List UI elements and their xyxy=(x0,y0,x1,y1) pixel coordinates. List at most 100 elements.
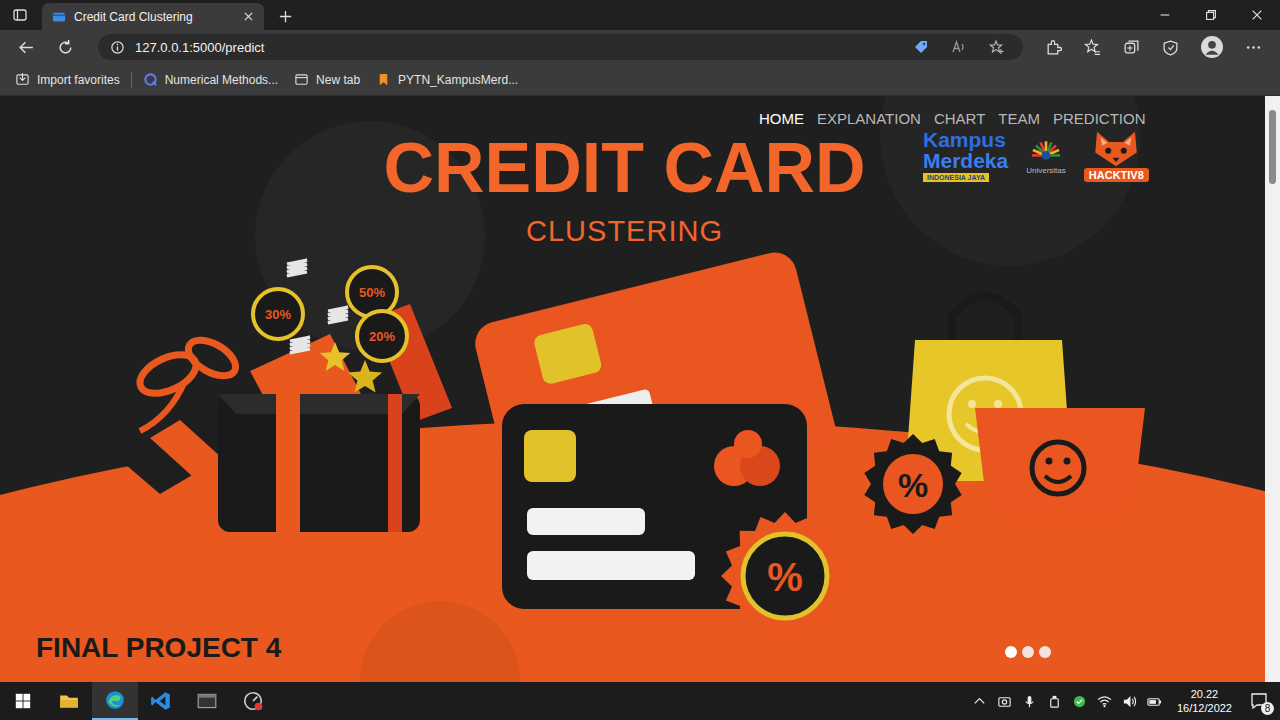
clock-time: 20.22 xyxy=(1191,687,1219,701)
minimize-icon[interactable] xyxy=(1142,8,1188,22)
page-scrollbar xyxy=(1265,96,1280,682)
wifi-icon[interactable] xyxy=(1094,694,1115,709)
discount-badge: 50% xyxy=(347,267,397,317)
shopping-bags-icon: % xyxy=(864,296,1145,534)
nav-link[interactable]: HOME xyxy=(759,110,804,127)
tab-actions-icon[interactable] xyxy=(12,7,28,23)
discount-badge-text: 50% xyxy=(359,285,385,300)
recorder-icon xyxy=(242,690,264,712)
final-project-label: FINAL PROJECT 4 xyxy=(36,632,281,672)
usb-icon[interactable] xyxy=(1044,694,1065,709)
site-info-icon[interactable] xyxy=(110,40,125,55)
main-nav: HOME EXPLANATION CHART TEAM PREDICTION xyxy=(755,110,1235,127)
favorites-icon[interactable] xyxy=(1076,39,1109,56)
windows-start-icon[interactable] xyxy=(0,692,46,710)
university-logo-text: Universitas xyxy=(1026,166,1066,175)
taskbar-app[interactable] xyxy=(92,682,138,720)
page-viewport: 30% 50% 20%%% HOME EXPLANATION CHART TEAM PRED… xyxy=(0,96,1280,682)
discount-badge: 20% xyxy=(357,311,407,361)
carousel-dots xyxy=(1005,646,1051,658)
terminal-icon xyxy=(196,690,218,712)
site-favicon-icon xyxy=(52,10,66,24)
bag-percent-badge: % xyxy=(898,466,928,504)
scrollbar-thumb[interactable] xyxy=(1269,110,1276,184)
favorite-item[interactable]: PYTN_KampusMerd... xyxy=(371,69,523,90)
browser-toolbar: 127.0.0.1:5000/predict xyxy=(0,30,1280,64)
page-icon xyxy=(294,72,309,87)
taskbar-app[interactable] xyxy=(138,682,184,720)
university-logo: Universitas xyxy=(1026,136,1066,175)
microphone-icon[interactable] xyxy=(1019,694,1040,709)
collections-icon[interactable] xyxy=(1115,39,1148,56)
nav-link[interactable]: PREDICTION xyxy=(1053,110,1146,127)
nav-link[interactable]: TEAM xyxy=(998,110,1040,127)
credit-cards-icon: % xyxy=(471,248,849,640)
hacktiv8-logo: HACKTIV8 xyxy=(1084,130,1149,182)
taskbar-app[interactable] xyxy=(46,682,92,720)
address-bar[interactable]: 127.0.0.1:5000/predict xyxy=(98,34,1023,60)
coupon-tag-icon[interactable] xyxy=(907,39,935,55)
show-hidden-icons-icon[interactable] xyxy=(969,694,990,709)
search-q-icon xyxy=(143,72,158,87)
read-aloud-icon[interactable] xyxy=(945,39,973,55)
notification-center[interactable]: 8 xyxy=(1244,686,1274,716)
university-emblem-icon xyxy=(1028,136,1064,166)
favorites-bar: Import favorites Numerical Methods... Ne… xyxy=(0,64,1280,96)
more-menu-icon[interactable] xyxy=(1237,39,1270,56)
carousel-dot[interactable] xyxy=(1039,646,1051,658)
clock-date: 16/12/2022 xyxy=(1177,701,1232,715)
add-favorite-icon[interactable] xyxy=(983,39,1011,55)
tab-title: Credit Card Clustering xyxy=(74,10,235,24)
taskbar: 20.22 16/12/2022 8 xyxy=(0,682,1280,720)
profile-avatar-icon[interactable] xyxy=(1193,36,1231,58)
browser-tab[interactable]: Credit Card Clustering xyxy=(42,3,264,30)
hacktiv8-logo-text: HACKTIV8 xyxy=(1084,168,1149,182)
favorite-item[interactable]: New tab xyxy=(289,69,365,90)
hero-footer: FINAL PROJECT 4 xyxy=(0,632,1265,682)
favorite-label: Import favorites xyxy=(37,73,120,87)
browser-essentials-icon[interactable] xyxy=(1154,39,1187,56)
kampus-merdeka-logo: Kampus Merdeka INDONESIA JAYA xyxy=(923,129,1008,182)
carousel-dot[interactable] xyxy=(1022,646,1034,658)
new-tab-icon[interactable] xyxy=(278,9,293,24)
tab-strip: Credit Card Clustering xyxy=(0,0,1280,30)
taskbar-app[interactable] xyxy=(230,682,276,720)
import-icon xyxy=(15,72,30,87)
kampus-tagline: INDONESIA JAYA xyxy=(923,173,989,182)
hero-titles: CREDIT CARD CLUSTERING xyxy=(0,96,1265,248)
reload-icon[interactable] xyxy=(49,39,82,56)
nav-link[interactable]: CHART xyxy=(934,110,985,127)
taskbar-app[interactable] xyxy=(184,682,230,720)
kampus-logo-text: Kampus xyxy=(923,129,1008,150)
extensions-icon[interactable] xyxy=(1037,39,1070,56)
merdeka-logo-text: Merdeka xyxy=(923,150,1008,171)
clock[interactable]: 20.22 16/12/2022 xyxy=(1169,687,1240,716)
discount-badge-text: 30% xyxy=(265,307,291,322)
camera-icon[interactable] xyxy=(994,694,1015,709)
battery-icon[interactable] xyxy=(1144,694,1165,709)
fox-head-icon xyxy=(1090,130,1142,168)
discount-badge: 30% xyxy=(253,289,303,339)
hero-subtitle: CLUSTERING xyxy=(526,215,723,248)
hero-title: CREDIT CARD xyxy=(383,130,865,207)
restore-icon[interactable] xyxy=(1188,8,1234,22)
nav-link[interactable]: EXPLANATION xyxy=(817,110,921,127)
close-tab-icon[interactable] xyxy=(243,11,254,22)
favorite-item[interactable]: Import favorites xyxy=(10,69,125,90)
carousel-dot[interactable] xyxy=(1005,646,1017,658)
url-text: 127.0.0.1:5000/predict xyxy=(135,40,264,55)
hero-section: 30% 50% 20%%% HOME EXPLANATION CHART TEAM PRED… xyxy=(0,96,1265,682)
desktop-screen: Credit Card Clustering 127.0.0.1:5000/pr… xyxy=(0,0,1280,720)
bookmark-site-icon xyxy=(376,72,391,87)
card-percent-badge: % xyxy=(767,555,803,599)
favorite-item[interactable]: Numerical Methods... xyxy=(138,69,283,90)
window-controls xyxy=(1142,0,1280,30)
volume-icon[interactable] xyxy=(1119,694,1140,709)
favorite-label: Numerical Methods... xyxy=(165,73,278,87)
favorites-separator xyxy=(131,72,132,88)
close-window-icon[interactable] xyxy=(1234,8,1280,22)
app-tray-icon[interactable] xyxy=(1069,694,1090,709)
back-arrow-icon[interactable] xyxy=(10,39,43,56)
vscode-icon xyxy=(150,690,172,712)
favorite-label: New tab xyxy=(316,73,360,87)
